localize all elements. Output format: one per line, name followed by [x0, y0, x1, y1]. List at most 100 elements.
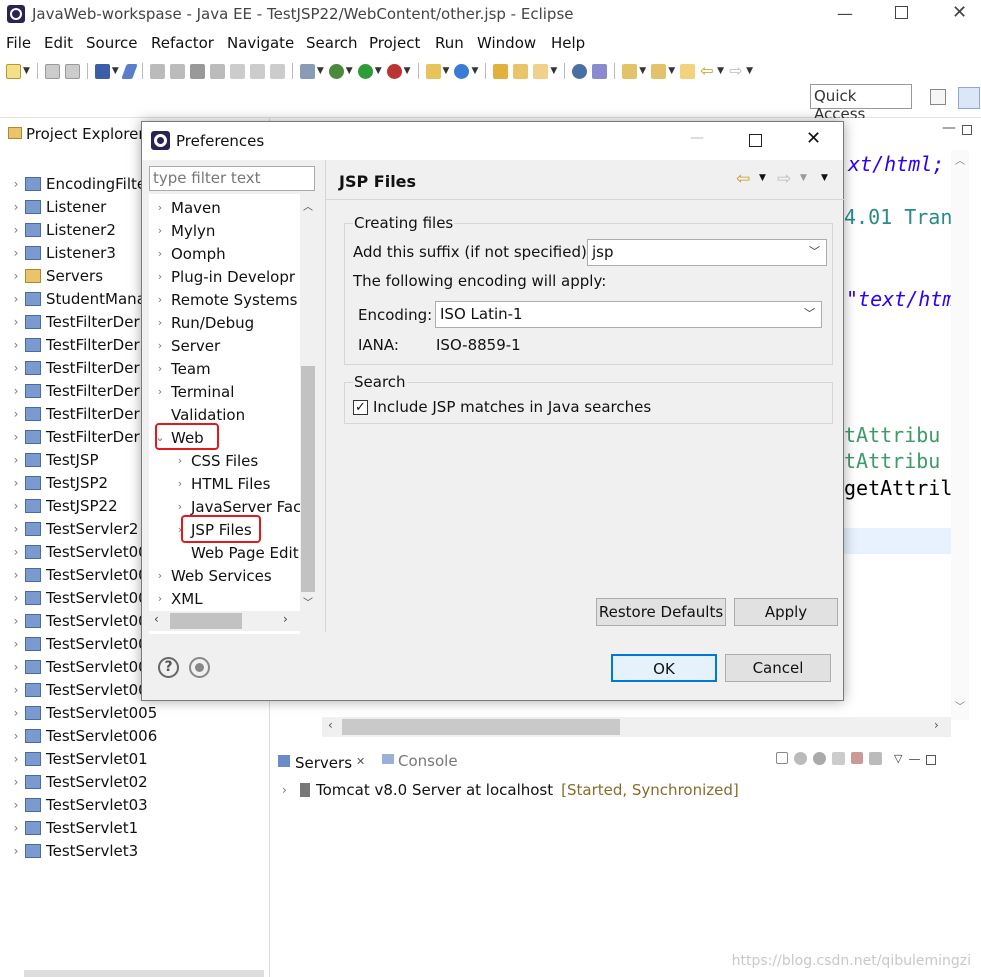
expand-chevron-icon[interactable]: ›: [10, 476, 22, 490]
stop-server-icon[interactable]: [851, 752, 863, 764]
open-type-icon[interactable]: [493, 63, 509, 79]
close-tab-icon[interactable]: ✕: [356, 755, 365, 768]
expand-chevron-icon[interactable]: ›: [10, 292, 22, 306]
save-icon[interactable]: [44, 63, 60, 79]
annotation-icon[interactable]: [592, 63, 608, 79]
back-icon[interactable]: ⇦: [700, 62, 715, 79]
code-line[interactable]: tAttribu: [844, 423, 940, 447]
terminate-icon[interactable]: [189, 63, 205, 79]
expand-chevron-icon[interactable]: ›: [282, 783, 294, 797]
start-server-icon[interactable]: [813, 752, 826, 765]
code-line[interactable]: tAttribu: [844, 449, 940, 473]
project-item[interactable]: › TestFilterDer: [10, 402, 140, 425]
help-icon[interactable]: ?: [158, 657, 179, 678]
project-item[interactable]: › TestServlet00: [10, 540, 148, 563]
cancel-button[interactable]: Cancel: [725, 654, 831, 682]
expand-chevron-icon[interactable]: ›: [10, 453, 22, 467]
prev-annotation-icon[interactable]: [651, 63, 667, 79]
expand-chevron-icon[interactable]: ›: [10, 246, 22, 260]
new-server-icon[interactable]: [425, 63, 441, 79]
chevron-right-icon[interactable]: ›: [154, 201, 166, 214]
preference-tree-item[interactable]: › Web Services: [154, 564, 272, 587]
project-item[interactable]: › TestServlet00: [10, 609, 148, 632]
expand-chevron-icon[interactable]: ›: [10, 706, 22, 720]
preference-tree-item[interactable]: Web Page Edit: [174, 541, 299, 564]
code-line[interactable]: xt/html;: [848, 152, 944, 176]
project-item[interactable]: › TestFilterDer: [10, 333, 140, 356]
code-line[interactable]: 4.01 Tran: [844, 205, 952, 229]
encoding-select[interactable]: ISO Latin-1 ﹀: [435, 301, 822, 328]
project-item[interactable]: › TestServlet00: [10, 563, 148, 586]
expand-chevron-icon[interactable]: ›: [10, 315, 22, 329]
project-item[interactable]: › Listener3: [10, 241, 116, 264]
quick-access-field[interactable]: Quick Access: [810, 84, 912, 123]
project-item[interactable]: › TestServlet00: [10, 655, 148, 678]
disconnect-icon[interactable]: [209, 63, 225, 79]
expand-chevron-icon[interactable]: ›: [10, 223, 22, 237]
import-export-icon[interactable]: [189, 657, 210, 678]
minimize-button[interactable]: —: [837, 4, 853, 23]
ok-button[interactable]: OK: [611, 654, 717, 682]
project-item[interactable]: › TestJSP22: [10, 494, 118, 517]
back-nav-icon[interactable]: ⇦: [736, 169, 750, 189]
menu-file[interactable]: File: [6, 34, 31, 52]
expand-chevron-icon[interactable]: ›: [10, 729, 22, 743]
expand-chevron-icon[interactable]: ›: [10, 499, 22, 513]
maximize-button[interactable]: [895, 6, 908, 19]
project-item[interactable]: › Servers: [10, 264, 103, 287]
preference-tree-item[interactable]: › HTML Files: [174, 472, 271, 495]
preference-tree-item[interactable]: › Terminal: [154, 380, 235, 403]
menu-window[interactable]: Window: [477, 34, 536, 52]
preference-tree-item[interactable]: › Mylyn: [154, 219, 216, 242]
debug-icon[interactable]: [328, 63, 344, 79]
menu-source[interactable]: Source: [86, 34, 138, 52]
project-item[interactable]: › TestServlet01: [10, 747, 148, 770]
expand-chevron-icon[interactable]: ›: [10, 660, 22, 674]
project-item[interactable]: › TestJSP: [10, 448, 99, 471]
expand-chevron-icon[interactable]: ›: [10, 844, 22, 858]
new-dropdown-icon[interactable]: ▼: [23, 66, 30, 76]
preference-tree-item[interactable]: › XML: [154, 587, 203, 610]
forward-dropdown-icon[interactable]: ▼: [746, 66, 753, 76]
expand-chevron-icon[interactable]: ›: [10, 384, 22, 398]
expand-chevron-icon[interactable]: ›: [10, 407, 22, 421]
skip-breakpoints-icon[interactable]: [121, 63, 138, 79]
publish-icon[interactable]: [869, 752, 882, 765]
format-icon[interactable]: [299, 63, 315, 79]
preference-tree-item[interactable]: › Remote Systems: [154, 288, 298, 311]
tree-horizontal-scrollbar[interactable]: ‹ ›: [149, 611, 300, 631]
chevron-right-icon[interactable]: ›: [154, 592, 166, 605]
preference-tree-item[interactable]: › CSS Files: [174, 449, 258, 472]
menu-run[interactable]: Run: [435, 34, 464, 52]
project-item[interactable]: › TestFilterDer: [10, 425, 140, 448]
new-icon[interactable]: [6, 63, 21, 79]
project-item[interactable]: › TestServlet00: [10, 632, 148, 655]
chevron-right-icon[interactable]: ›: [174, 477, 186, 490]
expand-chevron-icon[interactable]: ›: [10, 361, 22, 375]
format-dropdown-icon[interactable]: ▼: [317, 66, 324, 76]
dialog-minimize-button[interactable]: —: [690, 130, 704, 146]
back-nav-dropdown-icon[interactable]: ▼: [759, 173, 766, 183]
preference-tree-item[interactable]: › Team: [154, 357, 211, 380]
preference-tree-item[interactable]: › Run/Debug: [154, 311, 254, 334]
chevron-right-icon[interactable]: ›: [154, 224, 166, 237]
save-all-icon[interactable]: [64, 63, 80, 79]
java-ee-perspective-icon[interactable]: [958, 87, 980, 109]
resume-icon[interactable]: [149, 63, 165, 79]
include-jsp-label[interactable]: Include JSP matches in Java searches: [373, 398, 651, 416]
project-item[interactable]: › TestServlet00: [10, 678, 148, 701]
suspend-icon[interactable]: [169, 63, 185, 79]
preference-tree-item[interactable]: › Plug-in Developr: [154, 265, 295, 288]
new-server-dropdown-icon[interactable]: ▼: [443, 66, 450, 76]
chevron-right-icon[interactable]: ›: [174, 500, 186, 513]
expand-chevron-icon[interactable]: ›: [10, 683, 22, 697]
restore-defaults-button[interactable]: Restore Defaults: [596, 598, 726, 626]
expand-chevron-icon[interactable]: ›: [10, 614, 22, 628]
maximize-view-icon[interactable]: [926, 755, 937, 765]
project-item[interactable]: › TestServlet1: [10, 816, 139, 839]
expand-chevron-icon[interactable]: ›: [10, 269, 22, 283]
code-line[interactable]: "text/htm: [846, 287, 954, 311]
next-annotation-dropdown-icon[interactable]: ▼: [639, 66, 646, 76]
maximize-editor-icon[interactable]: [962, 125, 972, 135]
preference-tree-item[interactable]: › Maven: [154, 196, 221, 219]
